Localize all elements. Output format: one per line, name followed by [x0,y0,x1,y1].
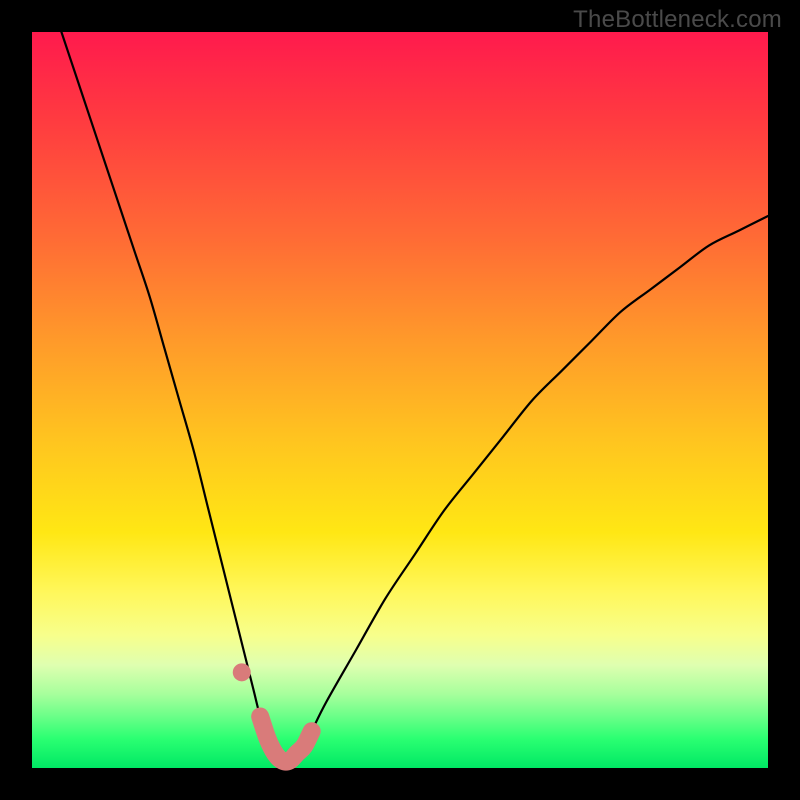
highlight-dot [233,663,251,681]
bottleneck-curve-path [61,32,768,762]
plot-area [32,32,768,768]
watermark-text: TheBottleneck.com [573,6,782,34]
curve-svg [32,32,768,768]
bottom-highlight-path [260,716,312,761]
chart-frame: TheBottleneck.com [0,0,800,800]
